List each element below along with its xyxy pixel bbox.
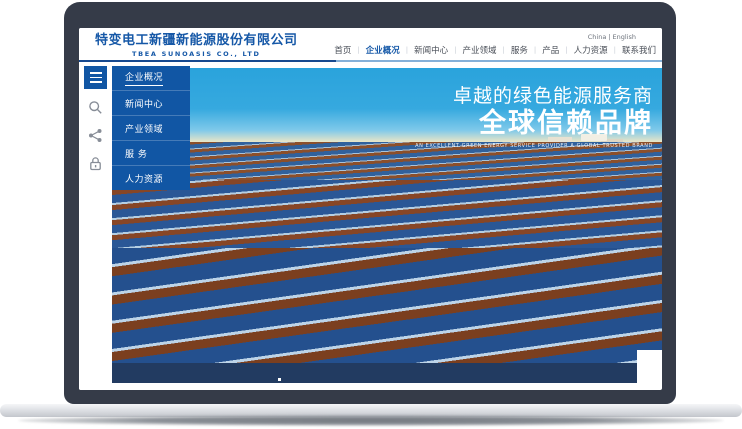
nav-item-service[interactable]: 服务 — [511, 44, 528, 56]
menu-icon[interactable] — [84, 66, 107, 89]
page: China|English 特变电工新疆新能源股份有限公司 TBEA SUNOA… — [0, 0, 742, 429]
nav-separator: | — [357, 46, 359, 54]
nav-item-hr[interactable]: 人力资源 — [574, 44, 608, 56]
lang-english-link[interactable]: English — [613, 33, 636, 41]
nav-separator: | — [534, 46, 536, 54]
nav-item-products[interactable]: 产品 — [542, 44, 559, 56]
hero-tagline-en: AN EXCELLENT GREEN ENERGY SERVICE PROVID… — [415, 143, 653, 149]
hero-banner: 卓越的绿色能源服务商 全球信赖品牌 AN EXCELLENT GREEN ENE… — [112, 68, 662, 363]
solar-panel-field-image — [112, 142, 662, 363]
sidebar-item-company[interactable]: 企业概况 — [112, 66, 190, 91]
hero-text: 卓越的绿色能源服务商 全球信赖品牌 AN EXCELLENT GREEN ENE… — [415, 84, 653, 149]
search-icon[interactable] — [88, 100, 103, 115]
floating-widget[interactable] — [637, 350, 662, 383]
nav-separator: | — [565, 46, 567, 54]
nav-item-news[interactable]: 新闻中心 — [414, 44, 448, 56]
site-logo[interactable]: 特变电工新疆新能源股份有限公司 TBEA SUNOASIS CO., LTD — [95, 34, 298, 58]
nav-separator: | — [503, 46, 505, 54]
site-header: China|English 特变电工新疆新能源股份有限公司 TBEA SUNOA… — [79, 28, 662, 62]
laptop-screen: China|English 特变电工新疆新能源股份有限公司 TBEA SUNOA… — [79, 28, 662, 390]
nav-separator: | — [454, 46, 456, 54]
sidebar-item-hr[interactable]: 人力资源 — [112, 166, 190, 190]
sidebar-menu: 企业概况 新闻中心 产业领域 服 务 人力资源 — [112, 66, 190, 190]
main-nav: 首页 | 企业概况 | 新闻中心 | 产业领域 | 服务 | 产品 | 人力资源 | 联系我们 — [334, 44, 656, 56]
language-switcher: China|English — [586, 33, 638, 41]
logo-chinese-name: 特变电工新疆新能源股份有限公司 — [95, 34, 298, 48]
lang-china-link[interactable]: China — [588, 33, 607, 41]
laptop-bezel: China|English 特变电工新疆新能源股份有限公司 TBEA SUNOA… — [64, 2, 676, 404]
sidebar-item-service[interactable]: 服 务 — [112, 141, 190, 166]
lock-icon[interactable] — [88, 156, 103, 171]
header-underline-left — [79, 60, 336, 62]
nav-item-industry[interactable]: 产业领域 — [462, 44, 496, 56]
hero-subtitle: 卓越的绿色能源服务商 — [415, 84, 653, 108]
nav-item-contact[interactable]: 联系我们 — [622, 44, 656, 56]
banner-footer-bar — [112, 363, 637, 383]
sidebar-item-news[interactable]: 新闻中心 — [112, 91, 190, 116]
hero-title: 全球信赖品牌 — [415, 108, 653, 140]
icon-rail — [79, 62, 112, 390]
nav-separator: | — [614, 46, 616, 54]
nav-item-home[interactable]: 首页 — [334, 44, 351, 56]
nav-item-company[interactable]: 企业概况 — [366, 44, 400, 56]
logo-english-name: TBEA SUNOASIS CO., LTD — [95, 50, 298, 58]
laptop-shadow — [18, 415, 724, 426]
nav-separator: | — [406, 46, 408, 54]
slider-indicator-dot[interactable] — [278, 378, 281, 381]
share-icon[interactable] — [88, 128, 103, 143]
lang-separator: | — [608, 33, 610, 41]
header-underline-right — [336, 60, 662, 62]
sidebar-item-industry[interactable]: 产业领域 — [112, 116, 190, 141]
